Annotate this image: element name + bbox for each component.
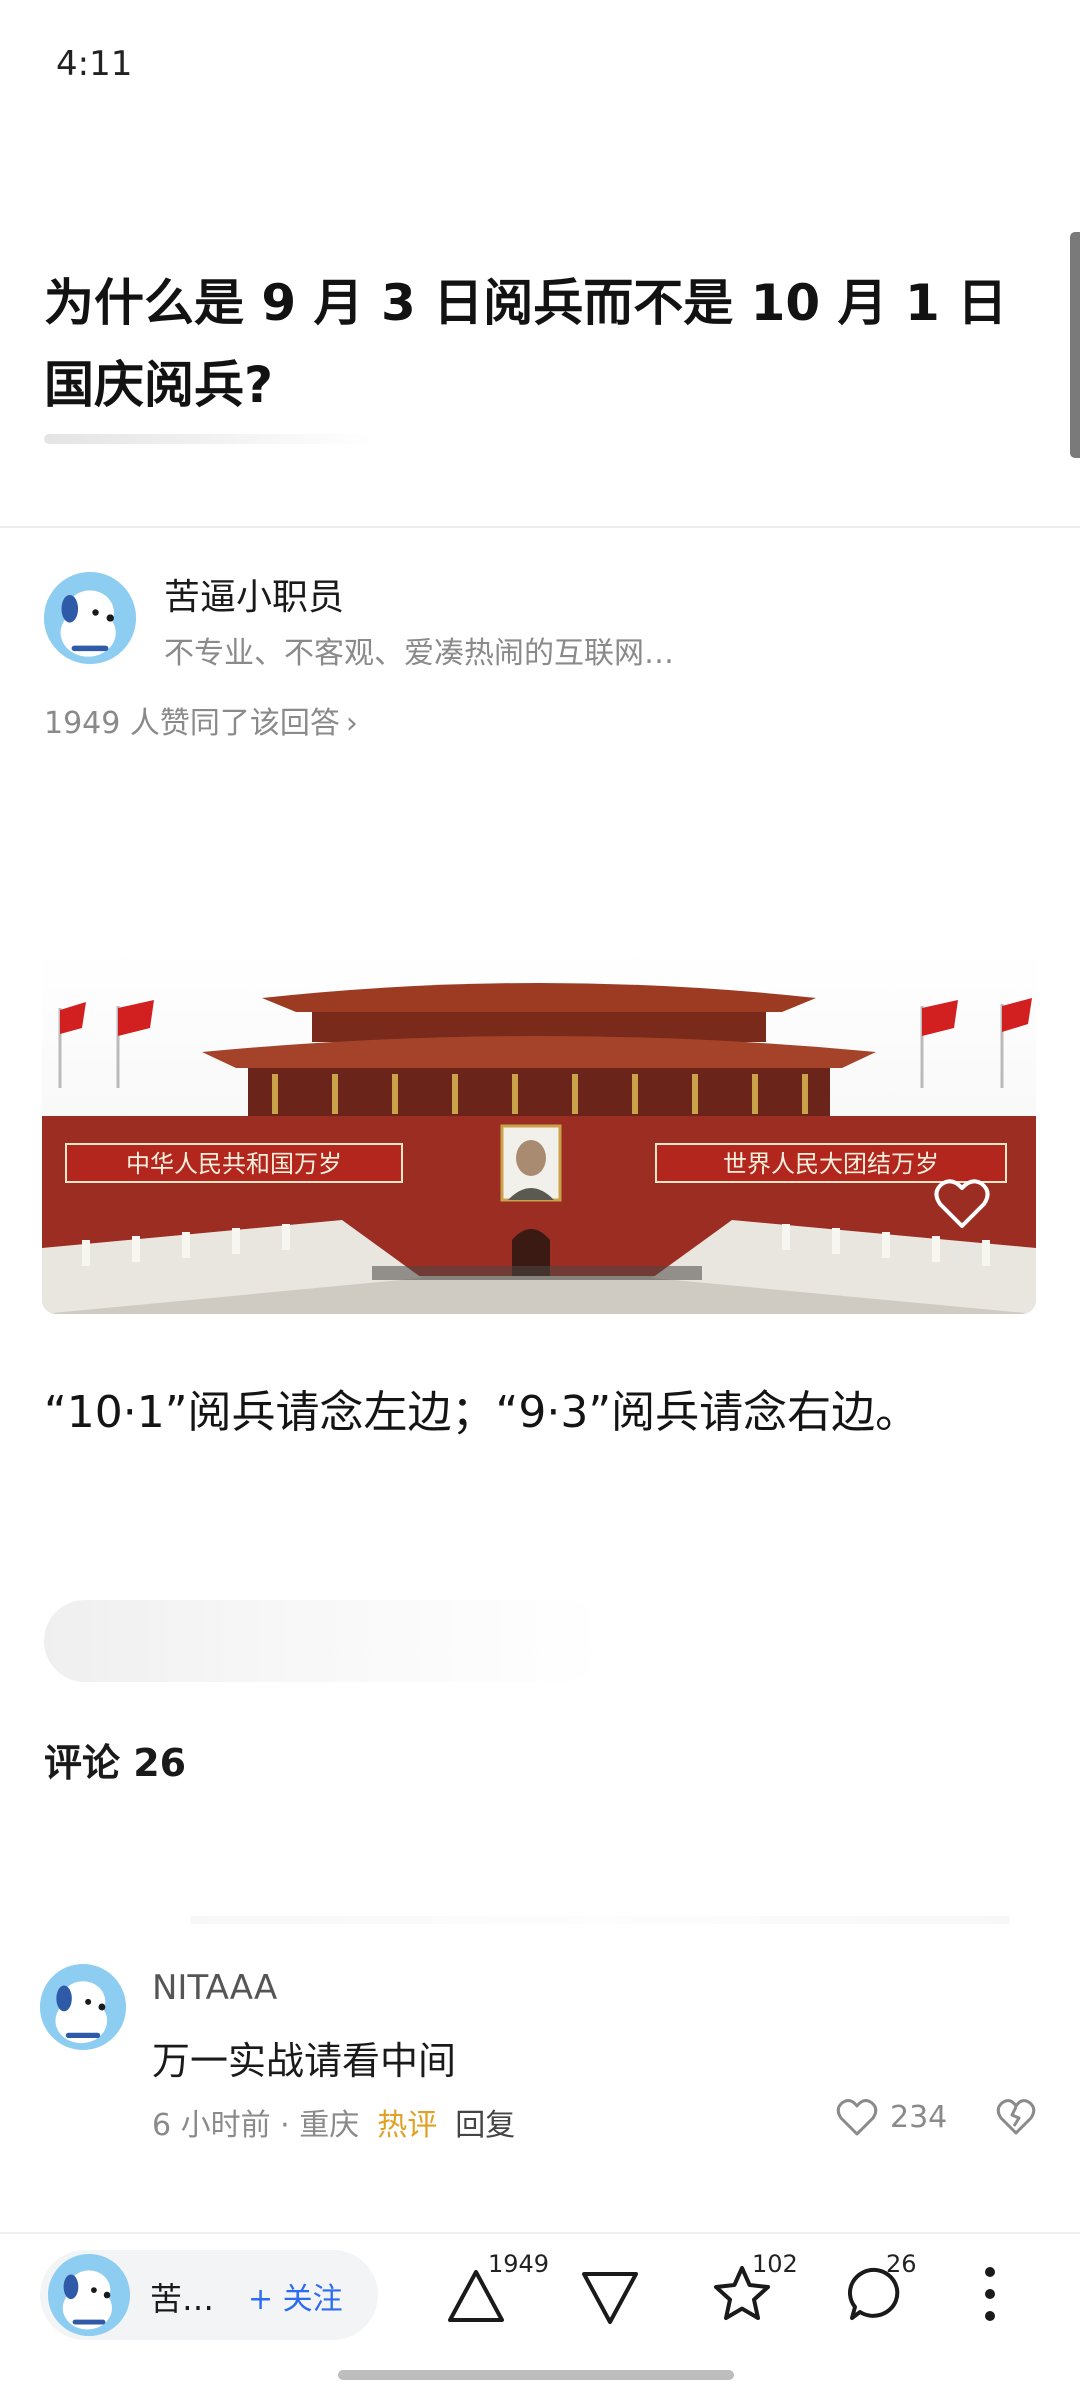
bottom-author-avatar[interactable] [48, 2254, 130, 2336]
follow-button[interactable]: + 关注 [248, 2274, 343, 2318]
triangle-down-icon [582, 2272, 638, 2324]
comment-like-button[interactable] [836, 2098, 878, 2138]
comment-avatar[interactable] [40, 1964, 126, 2050]
scrollbar-thumb[interactable] [1070, 232, 1080, 458]
comment-text: 万一实战请看中间 [152, 2039, 457, 2083]
upvote-summary-text: 1949 人赞同了该回答 [44, 706, 340, 741]
chevron-right-icon: › [345, 706, 358, 741]
bottom-author-name[interactable]: 苦… [150, 2274, 214, 2320]
heart-outline-icon [836, 2099, 878, 2136]
cartoon-dog-avatar-icon [48, 2254, 130, 2336]
broken-heart-icon [996, 2099, 1036, 2135]
reply-button[interactable]: 回复 [455, 2108, 515, 2143]
hot-comment-badge: 热评 [377, 2108, 438, 2143]
comment-username[interactable]: NITAAA [152, 1968, 277, 2008]
heart-outline-icon [934, 1179, 990, 1228]
favorite-count: 102 [752, 2250, 798, 2278]
comment-time: 6 小时前 [152, 2108, 271, 2143]
answer-text: “10·1”阅兵请念左边；“9·3”阅兵请念右边。 [44, 1387, 920, 1438]
tiananmen-gate-photo: 中华人民共和国万岁 世界人民大团结万岁 [42, 948, 1036, 1314]
status-bar-time: 4:11 [56, 44, 133, 84]
author-name[interactable]: 苦逼小职员 [164, 568, 344, 620]
answer-image[interactable]: 中华人民共和国万岁 世界人民大团结万岁 [42, 948, 1036, 1314]
upvote-count: 1949 [488, 2250, 550, 2278]
image-like-count: 17 [950, 1242, 978, 1267]
cartoon-dog-avatar-icon [40, 1964, 126, 2050]
comment-location: 重庆 [299, 2108, 360, 2143]
blurred-element [44, 1600, 604, 1682]
downvote-button[interactable] [580, 2266, 640, 2326]
comment-meta: 6 小时前 · 重庆 热评 回复 [152, 2100, 515, 2144]
section-divider [0, 526, 1080, 528]
cartoon-dog-avatar-icon [44, 572, 136, 664]
meta-separator: · [280, 2108, 290, 2143]
left-banner-text: 中华人民共和国万岁 [126, 1150, 342, 1178]
author-bio: 不专业、不客观、爱凑热闹的互联网… [164, 636, 674, 671]
right-banner-text: 世界人民大团结万岁 [723, 1150, 939, 1178]
comment-count: 26 [886, 2250, 917, 2278]
comments-header[interactable]: 评论 26 [44, 1732, 186, 1787]
comment-dislike-button[interactable] [996, 2098, 1036, 2138]
faded-question-detail [44, 434, 374, 444]
more-options-button[interactable] [972, 2262, 1008, 2326]
home-indicator[interactable] [338, 2370, 734, 2380]
upvote-summary-link[interactable]: 1949 人赞同了该回答 › [44, 698, 358, 742]
author-avatar[interactable] [44, 572, 136, 664]
comment-like-count: 234 [890, 2100, 948, 2135]
question-title[interactable]: 为什么是 9 月 3 日阅兵而不是 10 月 1 日国庆阅兵? [44, 262, 1034, 426]
vertical-dots-icon [985, 2267, 995, 2321]
comment-divider [190, 1916, 1010, 1924]
image-like-button[interactable] [934, 1178, 990, 1230]
